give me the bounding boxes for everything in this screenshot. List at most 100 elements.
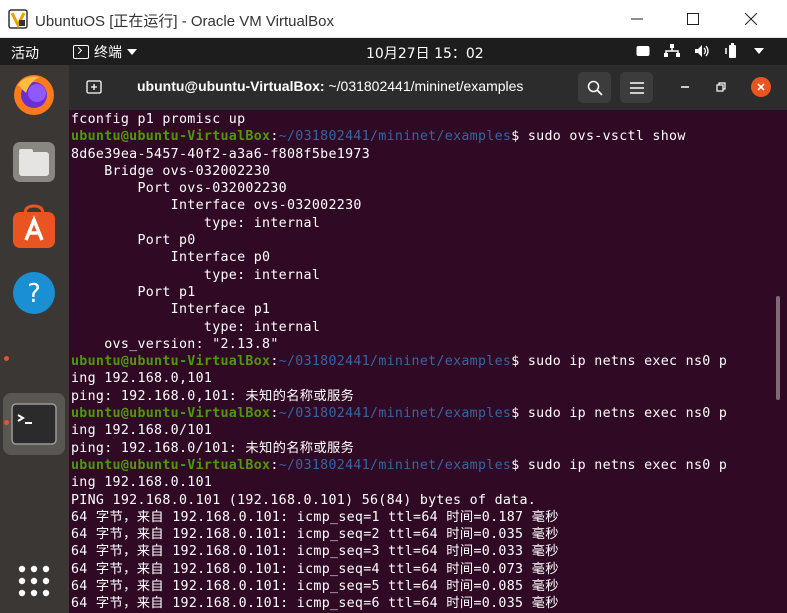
prompt-user: ubuntu@ubuntu-VirtualBox [71,354,271,370]
system-tray[interactable] [636,43,764,59]
app-menu[interactable]: 终端 [73,42,137,62]
minimize-icon [631,18,643,20]
new-tab-icon [86,80,102,94]
help-icon[interactable]: ? [10,269,58,317]
prompt-line: ubuntu@ubuntu-VirtualBox:~/031802441/min… [71,405,727,422]
prompt-end: $ [511,457,528,473]
chevron-down-icon [127,49,137,55]
terminal-title: ubuntu@ubuntu-VirtualBox: ~/031802441/mi… [137,78,523,94]
prompt-user: ubuntu@ubuntu-VirtualBox [71,406,271,422]
host-window-title: UbuntuOS [正在运行] - Oracle VM VirtualBox [35,13,334,30]
output-line: Port ovs-032002230 [71,181,287,197]
output-line: 64 字节，来自 192.168.0.101: icmp_seq=6 ttl=6… [71,596,559,612]
terminal-minimize-button[interactable] [675,77,695,97]
minimize-icon [681,86,689,88]
command-text: sudo ovs-vsctl show [527,129,686,145]
search-button[interactable] [578,72,611,103]
software-center-icon[interactable] [10,204,58,252]
output-line: Interface p1 [71,302,271,318]
chevron-down-icon [754,48,764,54]
output-line: 64 字节，来自 192.168.0.101: icmp_seq=4 ttl=6… [71,561,559,577]
prompt-line: ubuntu@ubuntu-VirtualBox:~/031802441/min… [71,353,727,370]
output-line: 64 字节，来自 192.168.0.101: icmp_seq=1 ttl=6… [71,509,559,525]
output-line: ovs_version: "2.13.8" [71,336,279,352]
host-maximize-button[interactable] [670,4,716,34]
command-text: sudo ip netns exec ns0 p [527,457,728,473]
output-line: type: internal [71,267,321,283]
prompt-line: ubuntu@ubuntu-VirtualBox:~/031802441/min… [71,128,727,145]
prompt-separator: : [270,129,279,145]
output-line: Interface ovs-032002230 [71,198,362,214]
output-line: PING 192.168.0.101 (192.168.0.101) 56(84… [71,492,537,508]
output-line: Interface p0 [71,250,271,266]
command-text: sudo ip netns exec ns0 p [527,406,728,422]
prompt-separator: : [270,406,279,422]
app-menu-label: 终端 [94,45,122,61]
terminal-maximize-button[interactable] [711,77,731,97]
restore-icon [716,82,726,92]
host-close-button[interactable] [728,4,774,34]
terminal-body[interactable]: fconfig p1 promisc up ubuntu@ubuntu-Virtu… [69,110,787,613]
close-icon [745,13,757,25]
output-line: ping: 192.168.0,101: 未知的名称或服务 [71,388,355,404]
terminal-output: fconfig p1 promisc up ubuntu@ubuntu-Virtu… [71,111,727,613]
prompt-separator: : [270,457,279,473]
prompt-separator: : [270,354,279,370]
new-tab-button[interactable] [81,75,107,99]
prompt-end: $ [511,406,528,422]
prompt-user: ubuntu@ubuntu-VirtualBox [71,129,271,145]
output-line: 64 字节，来自 192.168.0.101: icmp_seq=3 ttl=6… [71,544,559,560]
running-indicator [4,356,9,361]
terminal-title-user: ubuntu@ubuntu-VirtualBox: [137,78,325,94]
maximize-icon [687,13,699,25]
output-line: 8d6e39ea-5457-40f2-a3a6-f808f5be1973 [71,146,370,162]
prompt-path: ~/031802441/mininet/examples [278,406,512,422]
dock: ? [0,65,69,613]
output-line: 64 字节，来自 192.168.0.101: icmp_seq=5 ttl=6… [71,579,559,595]
prompt-end: $ [511,129,528,145]
terminal-close-button[interactable] [751,77,771,97]
output-line: Port p0 [71,233,196,249]
prompt-path: ~/031802441/mininet/examples [278,129,512,145]
close-icon [757,83,765,91]
host-titlebar: UbuntuOS [正在运行] - Oracle VM VirtualBox [0,0,787,38]
ubuntu-top-bar: 活动 终端 10月27日 15：02 [0,38,787,65]
output-line: ping: 192.168.0/101: 未知的名称或服务 [71,440,355,456]
battery-icon [725,43,736,58]
network-icon [664,44,680,57]
prompt-path: ~/031802441/mininet/examples [278,354,512,370]
prompt-end: $ [511,354,528,370]
keyboard-icon [636,46,650,56]
search-icon [587,80,603,96]
output-line: ing 192.168.0.101 [71,475,213,491]
output-line: ing 192.168.0/101 [71,423,213,439]
host-minimize-button[interactable] [614,4,660,34]
running-indicator [4,420,9,425]
terminal-icon[interactable] [3,393,65,455]
app-grid-icon[interactable] [10,559,58,607]
hamburger-menu-button[interactable] [620,72,653,103]
output-line: Bridge ovs-032002230 [71,163,271,179]
output-line: fconfig p1 promisc up [71,112,246,127]
output-line: Port p1 [71,284,196,300]
terminal-scrollbar[interactable] [776,296,780,400]
terminal-title-path: ~/031802441/mininet/examples [324,78,524,94]
volume-icon [695,45,709,57]
virtualbox-icon [8,9,28,29]
output-line: ing 192.168.0,101 [71,371,213,387]
files-icon[interactable] [10,138,58,186]
prompt-line: ubuntu@ubuntu-VirtualBox:~/031802441/min… [71,457,727,474]
prompt-user: ubuntu@ubuntu-VirtualBox [71,457,271,473]
output-line: 64 字节，来自 192.168.0.101: icmp_seq=2 ttl=6… [71,527,559,543]
clock[interactable]: 10月27日 15：02 [366,43,484,63]
terminal-headerbar: ubuntu@ubuntu-VirtualBox: ~/031802441/mi… [69,65,787,110]
output-line: type: internal [71,215,321,231]
output-line: type: internal [71,319,321,335]
activities-button[interactable]: 活动 [11,43,39,63]
command-text: sudo ip netns exec ns0 p [527,354,728,370]
prompt-path: ~/031802441/mininet/examples [278,457,512,473]
firefox-icon[interactable] [10,71,58,119]
terminal-small-icon [73,45,89,59]
svg-text:?: ? [27,279,41,309]
hamburger-icon [629,81,644,94]
